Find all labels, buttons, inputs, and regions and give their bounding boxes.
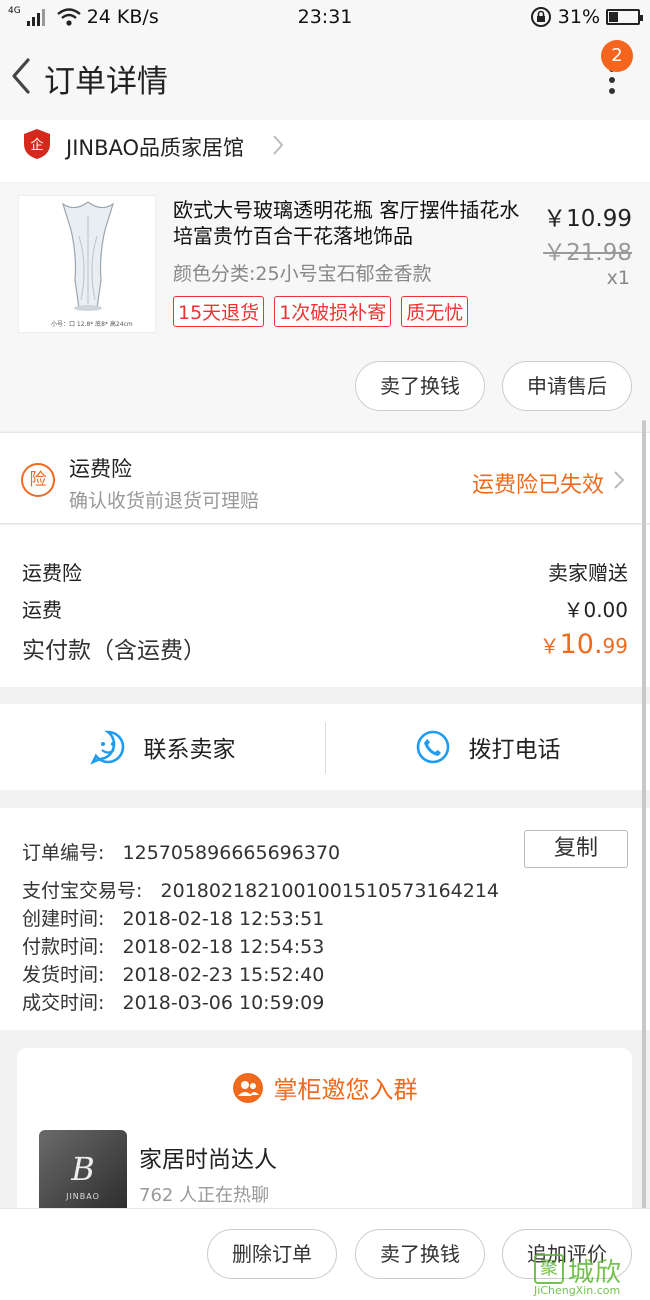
chevron-right-icon <box>614 471 625 489</box>
completed-time-row: 成交时间: 2018-03-06 10:59:09 <box>22 988 324 1015</box>
insurance-icon: 险 <box>21 463 55 497</box>
created-time: 2018-02-18 12:53:51 <box>122 908 325 930</box>
watermark-domain: JiChengXin.com <box>534 1284 621 1297</box>
shipping-insurance-row[interactable]: 险 运费险 确认收货前退货可理赔 运费险已失效 <box>0 432 650 524</box>
notification-badge: 2 <box>601 40 633 72</box>
sell-for-cash-button[interactable]: 卖了换钱 <box>355 361 485 411</box>
enterprise-shop-icon: 企 <box>24 129 50 159</box>
rotation-lock-icon <box>530 7 551 27</box>
paid-time: 2018-02-18 12:54:53 <box>122 936 325 958</box>
watermark-logo: 聚 <box>534 1254 564 1284</box>
shipping-fee-label: 运费 <box>22 598 62 622</box>
product-sku: 颜色分类:25小号宝石郁金香款 <box>173 263 432 285</box>
insurance-fee-value: 卖家赠送 <box>548 561 628 585</box>
created-time-label: 创建时间: <box>22 908 105 930</box>
insurance-fee-label: 运费险 <box>22 561 82 585</box>
delete-order-button[interactable]: 删除订单 <box>207 1229 337 1279</box>
total-decimal: 99 <box>602 634 628 658</box>
service-tags: 15天退货 1次破损补寄 质无忧 <box>173 296 469 327</box>
battery-percent: 31% <box>557 6 600 28</box>
scrollbar[interactable] <box>642 420 646 1220</box>
product-quantity: x1 <box>606 267 630 289</box>
contact-bar: 联系卖家 拨打电话 <box>0 704 650 790</box>
contact-seller-button[interactable]: 联系卖家 <box>0 704 325 790</box>
total-integer: 10. <box>559 629 603 660</box>
alipay-trade-number: 2018021821001001510573164214 <box>160 880 500 902</box>
shipped-time-label: 发货时间: <box>22 964 105 986</box>
insurance-description: 确认收货前退货可理赔 <box>69 490 260 512</box>
shop-name: JINBAO品质家居馆 <box>66 136 245 160</box>
back-button[interactable] <box>6 54 36 98</box>
app-header: 订单详情 2 <box>0 36 650 120</box>
status-right: 31% <box>530 6 643 28</box>
phone-icon <box>416 730 449 764</box>
alipay-trade-label: 支付宝交易号: <box>22 880 143 902</box>
call-phone-label: 拨打电话 <box>468 737 561 763</box>
battery-icon <box>606 9 643 25</box>
group-heading: 掌柜邀您入群 <box>17 1070 632 1105</box>
service-tag: 15天退货 <box>173 296 265 327</box>
group-heading-text: 掌柜邀您入群 <box>273 1076 418 1104</box>
total-paid-value: ￥10.99 <box>540 629 628 660</box>
after-sale-button[interactable]: 申请售后 <box>502 361 632 411</box>
currency-symbol: ￥ <box>539 634 560 658</box>
completed-time-label: 成交时间: <box>22 992 105 1014</box>
product-title[interactable]: 欧式大号玻璃透明花瓶 客厅摆件插花水培富贵竹百合干花落地饰品 <box>173 197 533 249</box>
svg-text:企: 企 <box>30 137 43 153</box>
product-price: ￥10.99 <box>543 206 632 232</box>
product-item: 小号：口 12.8* 底8* 高24cm 欧式大号玻璃透明花瓶 客厅摆件插花水培… <box>0 183 650 431</box>
group-people-icon <box>232 1072 263 1103</box>
avatar-letter: B <box>71 1150 95 1188</box>
copy-order-number-button[interactable]: 复制 <box>524 830 628 868</box>
bottom-action-bar: 删除订单 卖了换钱 追加评价 聚 城欣 JiChengXin.com <box>0 1208 650 1300</box>
shop-group-card[interactable]: 掌柜邀您入群 B JINBAO 家居时尚达人 762 人正在热聊 <box>17 1048 632 1228</box>
order-number-label: 订单编号: <box>22 842 105 864</box>
vase-image <box>61 201 115 311</box>
order-number-row: 订单编号: 125705896665696370 <box>22 838 340 865</box>
total-paid-label: 实付款（含运费） <box>22 638 206 664</box>
created-time-row: 创建时间: 2018-02-18 12:53:51 <box>22 904 324 931</box>
chevron-right-icon <box>273 135 284 155</box>
shipped-time-row: 发货时间: 2018-02-23 15:52:40 <box>22 960 324 987</box>
call-phone-button[interactable]: 拨打电话 <box>325 704 650 790</box>
alipay-trade-row: 支付宝交易号: 2018021821001001510573164214 <box>22 876 499 903</box>
fee-summary: 运费险 卖家赠送 运费 ￥0.00 实付款（含运费） ￥10.99 <box>0 525 650 687</box>
order-info: 订单编号: 125705896665696370 复制 支付宝交易号: 2018… <box>0 808 650 1030</box>
completed-time: 2018-03-06 10:59:09 <box>122 992 325 1014</box>
group-name: 家居时尚达人 <box>139 1147 277 1173</box>
thumbnail-caption: 小号：口 12.8* 底8* 高24cm <box>51 321 133 328</box>
page-title: 订单详情 <box>44 64 168 100</box>
shipped-time: 2018-02-23 15:52:40 <box>122 964 325 986</box>
service-tag: 1次破损补寄 <box>274 296 392 327</box>
contact-seller-label: 联系卖家 <box>143 737 236 763</box>
shipping-fee-value: ￥0.00 <box>563 598 628 622</box>
service-tag: 质无忧 <box>401 296 469 327</box>
group-avatar: B JINBAO <box>39 1130 127 1218</box>
watermark: 聚 城欣 JiChengXin.com <box>534 1252 646 1298</box>
avatar-brand: JINBAO <box>66 1192 100 1201</box>
shop-row[interactable]: 企 JINBAO品质家居馆 <box>0 120 650 182</box>
insurance-status: 运费险已失效 <box>471 473 604 498</box>
product-thumbnail[interactable]: 小号：口 12.8* 底8* 高24cm <box>18 195 156 333</box>
status-bar: 4G 24 KB/s 23:31 31% <box>0 0 650 36</box>
sell-for-cash-button[interactable]: 卖了换钱 <box>355 1229 485 1279</box>
insurance-title: 运费险 <box>69 457 132 481</box>
chat-bubble-icon <box>89 730 124 765</box>
paid-time-row: 付款时间: 2018-02-18 12:54:53 <box>22 932 324 959</box>
original-price: ￥21.98 <box>543 240 632 266</box>
paid-time-label: 付款时间: <box>22 936 105 958</box>
group-member-count: 762 人正在热聊 <box>139 1185 270 1206</box>
order-number: 125705896665696370 <box>122 842 341 864</box>
